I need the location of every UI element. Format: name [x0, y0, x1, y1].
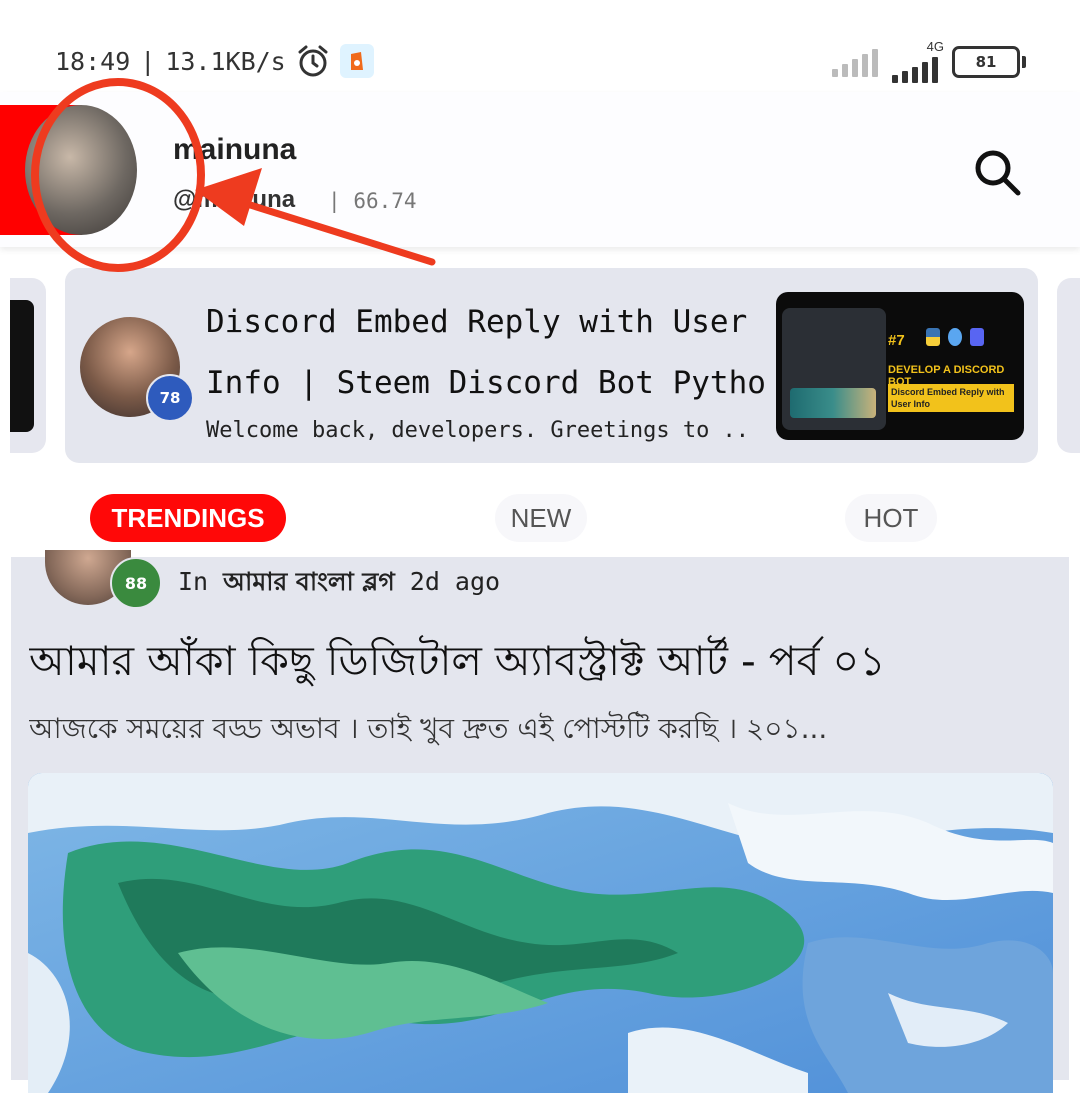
post-image[interactable]: [28, 773, 1053, 1093]
featured-post-title[interactable]: Discord Embed Reply with User Info | Ste…: [206, 292, 766, 414]
post-meta: In আমার বাংলা ব্লগ 2d ago: [178, 562, 500, 605]
featured-title-line-1: Discord Embed Reply with User: [206, 304, 748, 340]
cellular-signal-icon: [892, 53, 938, 83]
thumbnail-tag: Discord Embed Reply with User Info: [888, 384, 1014, 412]
post-prefix: In: [178, 567, 209, 596]
battery-level: 81: [975, 52, 997, 71]
discord-icon: [970, 328, 984, 346]
abstract-art-image: [28, 773, 1053, 1093]
app-header: [0, 92, 1080, 247]
status-right: 4G 81: [832, 40, 1026, 83]
tab-trendings[interactable]: TRENDINGS: [90, 494, 286, 542]
battery-icon: 81: [952, 45, 1026, 78]
status-separator: |: [140, 46, 156, 76]
clock: 18:49: [55, 46, 131, 76]
carousel-prev-card[interactable]: [10, 278, 46, 453]
user-reputation: | 66.74: [328, 189, 417, 213]
featured-author-reputation-badge: 78: [146, 374, 194, 422]
tab-new[interactable]: NEW: [495, 494, 587, 542]
carousel-next-card[interactable]: [1057, 278, 1080, 453]
rep-separator: |: [328, 189, 341, 213]
featured-title-line-2: Info | Steem Discord Bot Pytho...: [206, 365, 766, 401]
thumbnail-map: [790, 388, 876, 418]
featured-post-thumbnail[interactable]: #7 DEVELOP A DISCORD BOT Discord Embed R…: [776, 292, 1024, 440]
python-icon: [926, 328, 940, 346]
featured-post-snippet: Welcome back, developers. Greetings to .…: [206, 418, 751, 443]
alarm-clock-icon: [298, 45, 328, 77]
user-handle: @mainuna: [173, 186, 296, 213]
network-type: 4G: [926, 39, 944, 54]
status-left: 18:49 | 13.1KB/s: [55, 44, 374, 78]
network-speed: 13.1KB/s: [165, 46, 286, 76]
thumbnail-logos: [926, 328, 984, 346]
thumbnail-number: #7: [888, 332, 905, 349]
search-icon[interactable]: [972, 147, 1022, 197]
user-name[interactable]: mainuna: [173, 133, 296, 167]
carousel-prev-thumbnail: [10, 300, 34, 432]
tab-hot[interactable]: HOT: [845, 494, 937, 542]
cellular-block: 4G: [892, 40, 944, 83]
user-avatar[interactable]: [25, 105, 137, 235]
post-excerpt: আজকে সময়ের বড্ড অভাব । তাই খুব দ্রুত এই…: [29, 712, 828, 745]
post-age: 2d ago: [409, 567, 501, 596]
post-community[interactable]: আমার বাংলা ব্লগ: [223, 567, 395, 596]
wifi-signal-icon: [832, 47, 878, 77]
app-notification-icon: [339, 44, 374, 78]
rep-value: 66.74: [353, 189, 417, 213]
steem-icon: [948, 328, 962, 346]
post-title[interactable]: আমার আঁকা কিছু ডিজিটাল অ্যাবস্ট্রাক্ট আর…: [29, 630, 1059, 699]
status-bar: 18:49 | 13.1KB/s 4G 81: [0, 0, 1080, 92]
post-author-reputation-badge: 88: [110, 557, 162, 609]
